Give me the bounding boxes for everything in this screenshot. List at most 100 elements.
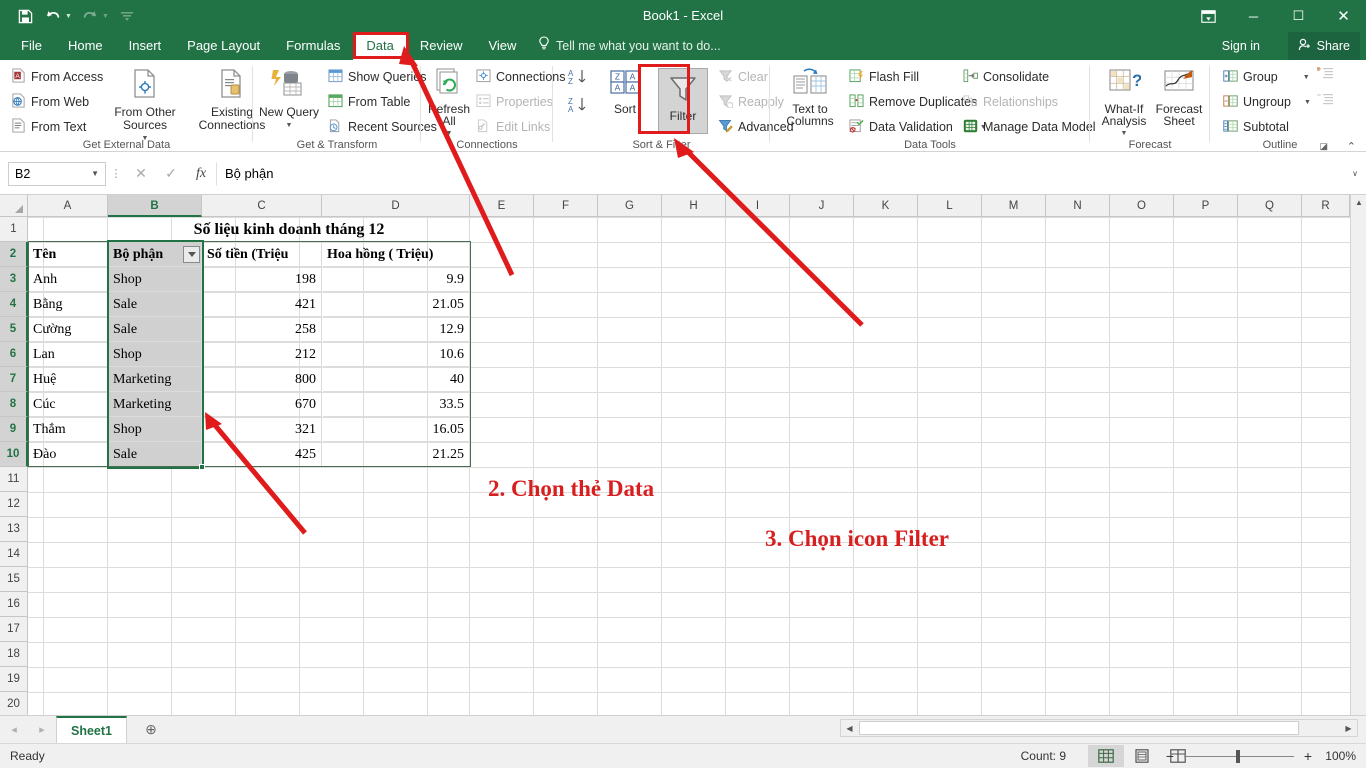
row-header-12[interactable]: 12 <box>0 492 28 517</box>
row-header-6[interactable]: 6 <box>0 342 28 367</box>
tab-insert[interactable]: Insert <box>116 32 175 60</box>
horizontal-scrollbar[interactable]: ◀ ▶ <box>840 719 1358 737</box>
cell-C9[interactable]: 321 <box>203 417 322 442</box>
cell-B10[interactable]: Sale <box>109 442 202 467</box>
cell-D3[interactable]: 9.9 <box>323 267 470 292</box>
from-web-button[interactable]: From Web <box>8 91 103 113</box>
col-header-M[interactable]: M <box>982 195 1046 217</box>
ribbon-display-options-icon[interactable] <box>1186 0 1231 32</box>
cell-C6[interactable]: 212 <box>203 342 322 367</box>
cell-D9[interactable]: 16.05 <box>323 417 470 442</box>
fill-handle[interactable] <box>199 464 205 470</box>
from-access-button[interactable]: A From Access <box>8 66 103 88</box>
cell-C2[interactable]: Số tiền (Triệu <box>203 242 322 267</box>
subtotal-button[interactable]: Subtotal <box>1220 116 1311 138</box>
cell-B9[interactable]: Shop <box>109 417 202 442</box>
cell-D8[interactable]: 33.5 <box>323 392 470 417</box>
select-all-corner[interactable] <box>0 195 28 217</box>
row-header-13[interactable]: 13 <box>0 517 28 542</box>
cell-B7[interactable]: Marketing <box>109 367 202 392</box>
col-header-O[interactable]: O <box>1110 195 1174 217</box>
tab-formulas[interactable]: Formulas <box>273 32 353 60</box>
col-header-R[interactable]: R <box>1302 195 1350 217</box>
row-header-4[interactable]: 4 <box>0 292 28 317</box>
row-header-19[interactable]: 19 <box>0 667 28 692</box>
cell-C7[interactable]: 800 <box>203 367 322 392</box>
name-box[interactable]: B2 ▼ <box>8 161 106 186</box>
zoom-slider-thumb[interactable] <box>1236 749 1240 763</box>
row-header-11[interactable]: 11 <box>0 467 28 492</box>
ungroup-button[interactable]: Ungroup ▼ <box>1220 91 1311 113</box>
horizontal-scroll-thumb[interactable] <box>859 721 1299 735</box>
zoom-out-button[interactable]: − <box>1163 748 1177 764</box>
row-header-16[interactable]: 16 <box>0 592 28 617</box>
row-header-20[interactable]: 20 <box>0 692 28 715</box>
sort-ascending-button[interactable]: AZ <box>567 68 589 86</box>
what-if-analysis-button[interactable]: ? What-IfAnalysis ▼ <box>1096 68 1152 140</box>
row-header-5[interactable]: 5 <box>0 317 28 342</box>
collapse-ribbon-button[interactable]: ⌃ <box>1347 140 1356 153</box>
col-header-I[interactable]: I <box>726 195 790 217</box>
filter-dropdown-B2[interactable] <box>183 246 200 263</box>
cell-A2[interactable]: Tên <box>29 242 108 267</box>
cell-A4[interactable]: Bằng <box>29 292 108 317</box>
text-to-columns-button[interactable]: Text to Columns <box>782 68 838 127</box>
cell-D10[interactable]: 21.25 <box>323 442 470 467</box>
col-header-L[interactable]: L <box>918 195 982 217</box>
sheet-tab-sheet1[interactable]: Sheet1 <box>56 716 127 743</box>
zoom-level-label[interactable]: 100% <box>1322 749 1356 763</box>
outline-dialog-launcher-icon[interactable]: ◪ <box>1319 141 1328 152</box>
from-other-sources-button[interactable]: From Other Sources ▼ <box>104 68 186 145</box>
tell-me-search[interactable]: Tell me what you want to do... <box>538 32 721 60</box>
cell-B6[interactable]: Shop <box>109 342 202 367</box>
row-header-15[interactable]: 15 <box>0 567 28 592</box>
row-header-7[interactable]: 7 <box>0 367 28 392</box>
col-header-E[interactable]: E <box>470 195 534 217</box>
cell-B5[interactable]: Sale <box>109 317 202 342</box>
sign-in-button[interactable]: Sign in <box>1214 32 1268 60</box>
cell-B4[interactable]: Sale <box>109 292 202 317</box>
scroll-left-arrow[interactable]: ◀ <box>841 724 858 733</box>
forecast-sheet-button[interactable]: Forecast Sheet <box>1152 68 1206 127</box>
maximize-button[interactable]: ☐ <box>1276 0 1321 32</box>
col-header-G[interactable]: G <box>598 195 662 217</box>
share-button[interactable]: Share <box>1287 32 1360 60</box>
next-sheet-button[interactable]: ▸ <box>28 723 56 736</box>
tab-home[interactable]: Home <box>55 32 116 60</box>
zoom-in-button[interactable]: + <box>1301 748 1315 764</box>
insert-function-button[interactable]: fx <box>186 166 216 182</box>
cell-A3[interactable]: Anh <box>29 267 108 292</box>
tab-view[interactable]: View <box>475 32 529 60</box>
cell-C3[interactable]: 198 <box>203 267 322 292</box>
row-header-14[interactable]: 14 <box>0 542 28 567</box>
normal-view-icon[interactable] <box>1088 745 1124 767</box>
col-header-C[interactable]: C <box>202 195 322 217</box>
cell-D6[interactable]: 10.6 <box>323 342 470 367</box>
col-header-N[interactable]: N <box>1046 195 1110 217</box>
row-header-2[interactable]: 2 <box>0 242 28 267</box>
minimize-button[interactable]: ─ <box>1231 0 1276 32</box>
tab-page-layout[interactable]: Page Layout <box>174 32 273 60</box>
row-header-3[interactable]: 3 <box>0 267 28 292</box>
col-header-F[interactable]: F <box>534 195 598 217</box>
cell-B8[interactable]: Marketing <box>109 392 202 417</box>
scroll-right-arrow[interactable]: ▶ <box>1340 724 1357 733</box>
consolidate-button[interactable]: Consolidate <box>960 66 1096 88</box>
row-header-18[interactable]: 18 <box>0 642 28 667</box>
cell-C8[interactable]: 670 <box>203 392 322 417</box>
cell-C4[interactable]: 421 <box>203 292 322 317</box>
cell-A9[interactable]: Thắm <box>29 417 108 442</box>
scroll-up-arrow[interactable]: ▲ <box>1351 195 1366 211</box>
col-header-B[interactable]: B <box>108 195 202 217</box>
zoom-slider-track[interactable] <box>1184 749 1294 763</box>
row-header-17[interactable]: 17 <box>0 617 28 642</box>
cell-C5[interactable]: 258 <box>203 317 322 342</box>
page-layout-view-icon[interactable] <box>1124 745 1160 767</box>
new-query-dropdown-icon[interactable]: ▼ <box>286 119 293 132</box>
col-header-D[interactable]: D <box>322 195 470 217</box>
from-text-button[interactable]: From Text <box>8 116 103 138</box>
row-header-8[interactable]: 8 <box>0 392 28 417</box>
vertical-scrollbar[interactable]: ▲ <box>1350 195 1366 715</box>
row-header-9[interactable]: 9 <box>0 417 28 442</box>
tab-data[interactable]: Data <box>353 32 407 60</box>
